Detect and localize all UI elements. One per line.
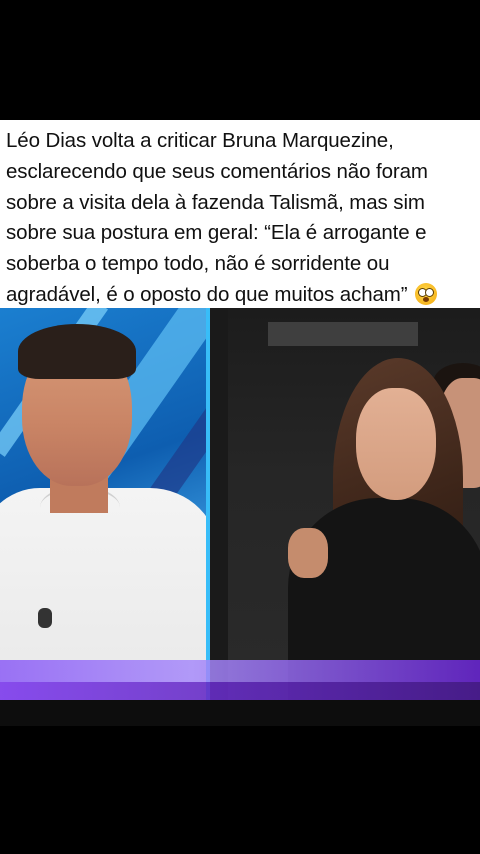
top-black-area (0, 0, 480, 120)
man-hair (18, 324, 136, 379)
woman-face (356, 388, 436, 500)
flushed-face-icon (415, 282, 438, 305)
lower-third-bar-2 (0, 682, 480, 700)
video-frame[interactable] (0, 308, 480, 726)
lapel-mic-icon (38, 608, 52, 628)
caption-text: Léo Dias volta a criticar Bruna Marquezi… (6, 129, 428, 306)
post-caption: Léo Dias volta a criticar Bruna Marquezi… (6, 126, 476, 311)
caption-card: Léo Dias volta a criticar Bruna Marquezi… (0, 120, 480, 308)
lower-third-bar (0, 660, 480, 682)
lower-third-bar-3 (0, 700, 480, 726)
